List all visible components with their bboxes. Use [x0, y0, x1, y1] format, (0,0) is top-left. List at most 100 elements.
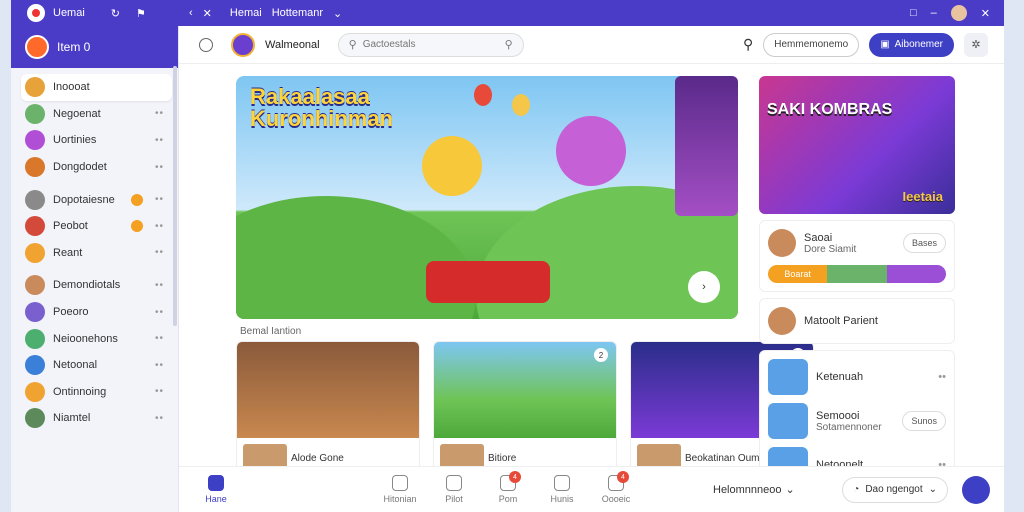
subscribe-label: Aibonemer	[894, 39, 943, 50]
search-input[interactable]	[362, 39, 499, 50]
more-icon[interactable]: ••	[155, 333, 172, 344]
app-window: Uemai ↻ ⚑ ‹ ✕ Hemai Hottemanr ⌄ □ ‒ ✕ It…	[11, 0, 1004, 512]
sidebar-item-label: Netoonal	[53, 359, 98, 372]
sidebar-list: Inoooat Negoenat •• Uortinies •• Dongdodet •• D…	[11, 68, 178, 432]
nav-badge: 4	[509, 471, 521, 483]
video-caption: Alode Gone	[291, 452, 344, 464]
profile-fab[interactable]	[962, 475, 990, 504]
close-tab-icon[interactable]: ✕	[203, 7, 212, 20]
settings-icon[interactable]: ✲	[964, 32, 988, 57]
sidebar-item-icon	[25, 275, 45, 296]
sidebar-item[interactable]: Neioonehons ••	[21, 325, 172, 352]
filter-button[interactable]: Hemmemonemo	[763, 32, 860, 57]
hero-banner[interactable]: Rakaalasaa Kuronhinman ›	[236, 76, 738, 319]
video-card[interactable]: 2 Bitiore	[433, 341, 617, 481]
sidebar-item[interactable]: Inoooat	[21, 74, 172, 101]
page-icon	[446, 475, 462, 491]
more-icon[interactable]: ••	[155, 162, 172, 173]
video-caption: Bitiore	[488, 452, 517, 464]
channel-row[interactable]: Ketenuah ••	[768, 359, 946, 395]
more-icon[interactable]: ••	[155, 307, 172, 318]
subscribe-button[interactable]: ▣ Aibonemer	[869, 32, 954, 57]
nav-item[interactable]: Pilot	[427, 475, 481, 504]
mascot-right	[556, 116, 626, 186]
nav-label: Hane	[205, 494, 227, 504]
minimize-icon[interactable]: ‒	[931, 7, 937, 19]
nav-item[interactable]: Hitonian	[373, 475, 427, 504]
channel-avatar[interactable]	[231, 32, 255, 57]
sidebar-item[interactable]: Niamtel ••	[21, 405, 172, 432]
sidebar-item-label: Peobot	[53, 220, 88, 233]
tab-second[interactable]: Hottemanr	[272, 7, 323, 19]
video-thumbnail[interactable]	[237, 342, 419, 438]
parent-name: Matoolt Parient	[804, 315, 878, 327]
close-icon[interactable]: ✕	[981, 7, 990, 20]
hero-next-button[interactable]: ›	[688, 271, 720, 303]
refresh-icon[interactable]: ↻	[111, 7, 120, 20]
more-icon[interactable]: ••	[155, 360, 172, 371]
search-submit-icon[interactable]: ⚲	[505, 38, 513, 51]
nav-item[interactable]: 4 Pom	[481, 471, 535, 504]
profile-avatar[interactable]	[768, 229, 796, 257]
balloon-yellow	[512, 94, 530, 116]
sidebar-item[interactable]: Dongdodet ••	[21, 154, 172, 181]
channel-name: Walmeonal	[265, 38, 320, 51]
video-thumbnail[interactable]	[434, 342, 616, 438]
shield-icon[interactable]	[199, 37, 213, 52]
title-bar-left: Uemai ↻ ⚑	[11, 0, 179, 26]
profile-button[interactable]: Bases	[902, 233, 946, 253]
right-banner[interactable]: SAKI KOMBRAS Ieetaia	[759, 76, 955, 214]
footer-dropdown[interactable]: Helomnnneoo ⌄	[713, 483, 795, 497]
more-icon[interactable]: ••	[155, 221, 172, 232]
pin-icon[interactable]: ⚑	[136, 7, 146, 20]
more-icon[interactable]: ••	[155, 135, 172, 146]
more-icon[interactable]: ••	[155, 194, 172, 205]
nav-item[interactable]: 4 Oooeic	[589, 471, 643, 504]
sidebar-item[interactable]: Peobot ••	[21, 213, 172, 240]
more-icon[interactable]: ••	[155, 108, 172, 119]
bar-green	[827, 265, 887, 283]
main-area: Walmeonal ⚲ ⚲ ⚲ Hemmemonemo ▣ Aibonemer …	[179, 26, 1004, 512]
more-icon[interactable]: ••	[938, 371, 946, 383]
bottom-nav: Hane Hitonian Pilot 4 Pom Hunis 4 Oooeic Helomn…	[179, 466, 1004, 512]
channel-row[interactable]: Semoooi Sotamennoner Sunos	[768, 403, 946, 439]
more-icon[interactable]: ••	[155, 247, 172, 258]
avatar[interactable]	[950, 5, 967, 21]
sidebar-item[interactable]: Negoenat ••	[21, 101, 172, 128]
more-icon[interactable]: ••	[155, 413, 172, 424]
sidebar-item[interactable]: Ontinnoing ••	[21, 379, 172, 406]
sidebar-item[interactable]: Reant ••	[21, 240, 172, 267]
sidebar-item[interactable]: Uortinies ••	[21, 127, 172, 154]
sidebar-item[interactable]: Poeoro ••	[21, 299, 172, 326]
sidebar-item[interactable]: Dopotaiesne ••	[21, 186, 172, 213]
more-icon[interactable]: ••	[155, 386, 172, 397]
tab-home[interactable]: Hemai	[230, 7, 262, 19]
sidebar-item[interactable]: Netoonal ••	[21, 352, 172, 379]
nav-item[interactable]: Hunis	[535, 475, 589, 504]
magnify-icon[interactable]: ⚲	[743, 36, 753, 53]
sidebar-item-icon	[25, 302, 45, 323]
sidebar-item-label: Uortinies	[53, 134, 97, 147]
footer-nav: Hane Hitonian Pilot 4 Pom Hunis 4 Oooeic	[179, 471, 699, 504]
sidebar-item-icon	[25, 381, 45, 402]
sidebar-item-icon	[25, 242, 45, 263]
language-select[interactable]: ◔ Dao ngengot ⌄	[842, 476, 948, 503]
more-icon[interactable]: ••	[155, 280, 172, 291]
parent-avatar[interactable]	[768, 307, 796, 335]
nav-item[interactable]: Hane	[189, 475, 243, 504]
video-card[interactable]: Alode Gone	[236, 341, 420, 481]
channel-name: Semoooi	[816, 409, 860, 422]
sidebar-item[interactable]: Demondiotals ••	[21, 272, 172, 299]
back-icon[interactable]: ‹	[189, 7, 193, 19]
sidebar-item-label: Neioonehons	[53, 332, 118, 345]
window-icon[interactable]: □	[910, 7, 917, 19]
count-badge: 2	[594, 348, 608, 362]
color-bar[interactable]: Boarat	[768, 265, 946, 283]
user-avatar[interactable]	[25, 35, 49, 59]
sidebar-item-label: Ontinnoing	[53, 385, 107, 398]
hero-side-thumbnail[interactable]	[675, 76, 738, 216]
sidebar-scrollbar[interactable]	[173, 66, 177, 326]
nav-label: Pilot	[445, 494, 463, 504]
chevron-down-icon[interactable]: ⌄	[333, 7, 342, 20]
channel-button[interactable]: Sunos	[902, 411, 946, 431]
